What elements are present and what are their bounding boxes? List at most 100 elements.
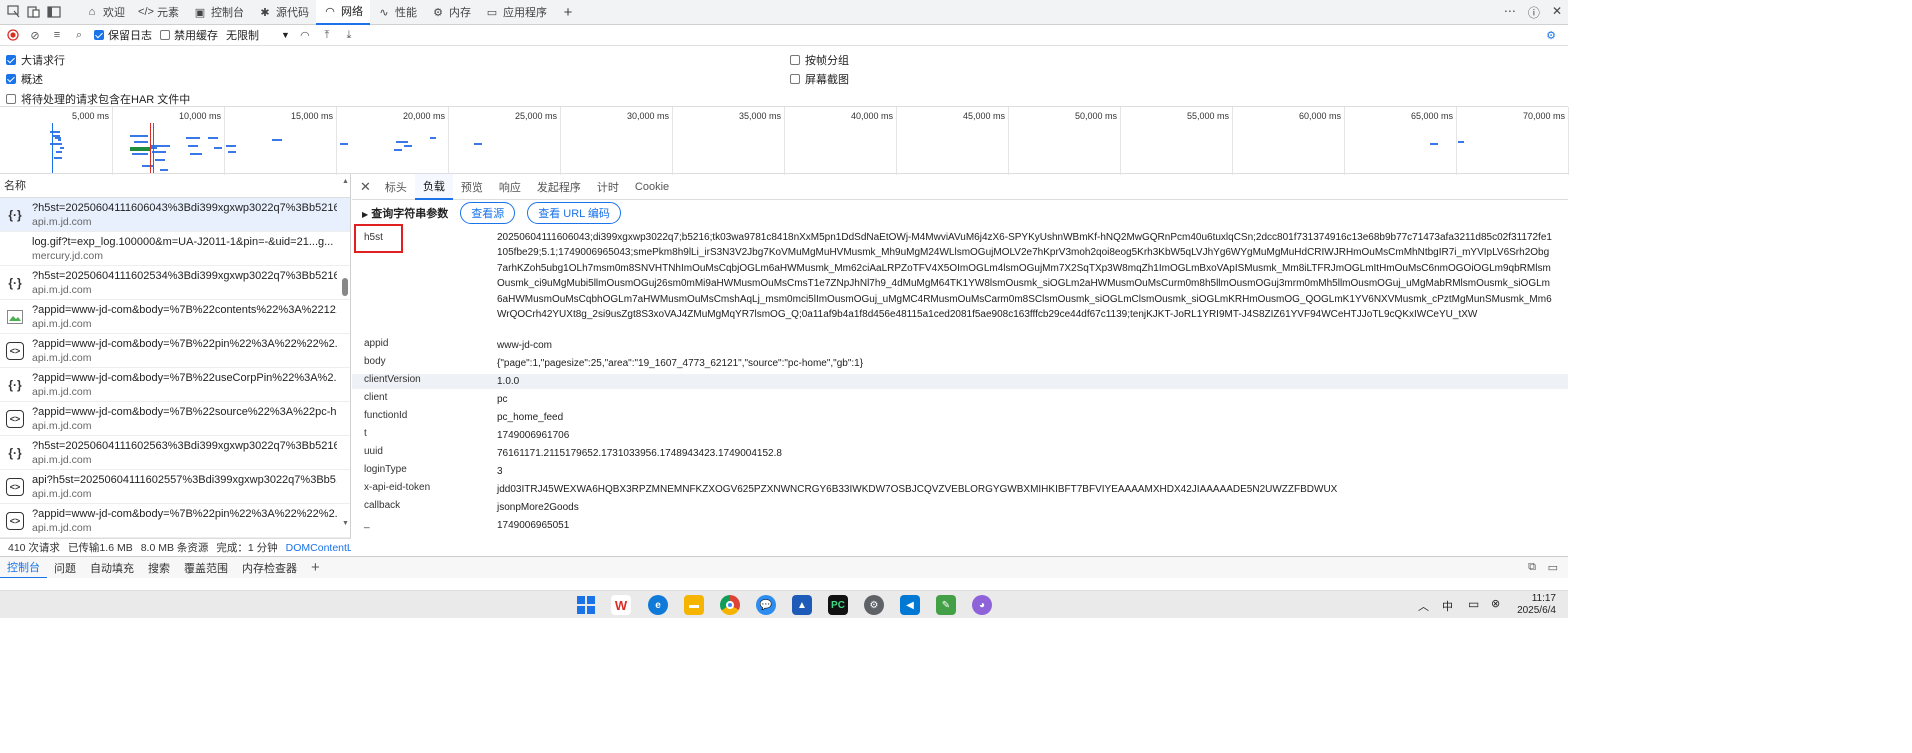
- checkbox[interactable]: [6, 94, 16, 104]
- wps-icon[interactable]: W: [611, 595, 631, 615]
- request-row[interactable]: log.gif?t=exp_log.100000&m=UA-J2011-1&pi…: [0, 232, 350, 266]
- checkbox[interactable]: [790, 55, 800, 65]
- network-overview-timeline[interactable]: 5,000 ms 10,000 ms 15,000 ms 20,000 ms 25,00…: [0, 106, 1569, 175]
- settings-gear-icon[interactable]: ⚙: [1544, 28, 1558, 42]
- drawer-tab-memory-inspector[interactable]: 内存检查器: [235, 557, 304, 579]
- checkbox[interactable]: [790, 74, 800, 84]
- view-url-encoded-button[interactable]: 查看 URL 编码: [527, 202, 621, 224]
- param-row[interactable]: callback jsonpMore2Goods: [352, 500, 1568, 515]
- preserve-log-checkbox[interactable]: 保留日志: [94, 27, 152, 43]
- scroll-down-icon[interactable]: ▼: [342, 520, 349, 527]
- chrome-icon[interactable]: [720, 595, 740, 615]
- param-row[interactable]: t 1749006961706: [352, 428, 1568, 443]
- param-row[interactable]: appid www-jd-com: [352, 338, 1568, 353]
- vscode-icon[interactable]: ◀: [900, 595, 920, 615]
- clear-icon[interactable]: ⊘: [28, 28, 42, 42]
- drawer-tab-search[interactable]: 搜索: [141, 557, 177, 579]
- request-row[interactable]: <> api?h5st=20250604111602557%3Bdi399xgxw…: [0, 470, 350, 504]
- dock-icon[interactable]: ⧉: [1528, 561, 1536, 574]
- pycharm-icon[interactable]: PC: [828, 595, 848, 615]
- request-row[interactable]: {·} ?h5st=20250604111602563%3Bdi399xgxwp3…: [0, 436, 350, 470]
- edge-browser-icon[interactable]: e: [648, 595, 668, 615]
- tab-elements[interactable]: </> 元素: [132, 0, 186, 25]
- device-toolbar-icon[interactable]: [26, 4, 42, 20]
- drawer-add-tab-icon[interactable]: +: [304, 557, 327, 579]
- tab-console[interactable]: ▣ 控制台: [186, 0, 251, 25]
- tab-cookie[interactable]: Cookie: [627, 174, 677, 200]
- tab-application[interactable]: ▭ 应用程序: [478, 0, 554, 25]
- inspect-element-icon[interactable]: [6, 4, 22, 20]
- drawer-tab-issues[interactable]: 问题: [47, 557, 83, 579]
- search-icon[interactable]: ⌕: [72, 28, 86, 42]
- notes-app-icon[interactable]: ✎: [936, 595, 956, 615]
- param-row[interactable]: h5st 20250604111606043;di399xgxwp3022q7;b…: [352, 230, 1568, 322]
- request-row[interactable]: <> ?appid=www-jd-com&body=%7B%22pin%22%3A…: [0, 334, 350, 368]
- network-tray-icon[interactable]: ⊗: [1491, 597, 1500, 610]
- tab-sources[interactable]: ✱ 源代码: [251, 0, 316, 25]
- checkbox[interactable]: [160, 30, 170, 40]
- view-source-button[interactable]: 查看源: [460, 202, 516, 224]
- checkbox[interactable]: [6, 74, 16, 84]
- request-list-scrollbar[interactable]: ▲ ▼: [341, 178, 349, 534]
- drawer-tab-console[interactable]: 控制台: [0, 557, 47, 579]
- drawer-tab-coverage[interactable]: 覆盖范围: [177, 557, 235, 579]
- param-row[interactable]: loginType 3: [352, 464, 1568, 479]
- scroll-up-icon[interactable]: ▲: [342, 178, 349, 185]
- toggle-sidebar-icon[interactable]: [46, 4, 62, 20]
- checkbox[interactable]: [6, 55, 16, 65]
- name-column-header[interactable]: 名称: [0, 174, 350, 198]
- help-icon[interactable]: ⓘ: [1528, 4, 1540, 21]
- network-conditions-icon[interactable]: ◠: [298, 28, 312, 42]
- checkbox[interactable]: [94, 30, 104, 40]
- tab-headers[interactable]: 标头: [377, 174, 415, 200]
- tab-payload[interactable]: 负载: [414, 173, 453, 200]
- chat-app-icon[interactable]: 💬: [756, 595, 776, 615]
- request-row[interactable]: {·} ?appid=www-jd-com&body=%7B%22useCorpP…: [0, 368, 350, 402]
- tab-initiator[interactable]: 发起程序: [529, 174, 589, 200]
- request-row[interactable]: <> ?appid=www-jd-com&body=%7B%22source%22…: [0, 402, 350, 436]
- tab-preview[interactable]: 预览: [453, 174, 491, 200]
- display-icon[interactable]: ▭: [1468, 597, 1479, 611]
- filter-icon[interactable]: ≡: [50, 28, 64, 42]
- param-row[interactable]: clientVersion 1.0.0: [352, 374, 1568, 390]
- param-row[interactable]: client pc: [352, 392, 1568, 407]
- throttle-select[interactable]: 无限制 ▼: [226, 27, 290, 43]
- upload-icon[interactable]: ⤒: [320, 28, 334, 42]
- download-icon[interactable]: ⤓: [342, 28, 356, 42]
- bird-app-icon[interactable]: ▲: [792, 595, 812, 615]
- request-row[interactable]: {·} ?h5st=20250604111606043%3Bdi399xgxwp3…: [0, 198, 350, 232]
- cat-app-icon[interactable]: ◕: [972, 595, 992, 615]
- param-row[interactable]: _ 1749006965051: [352, 518, 1568, 533]
- tab-network[interactable]: ◠ 网络: [316, 0, 370, 25]
- param-row[interactable]: uuid 76161171.2115179652.1731033956.17489…: [352, 446, 1568, 461]
- param-row[interactable]: x-api-eid-token jdd03ITRJ45WEXWA6HQBX3RPZ…: [352, 482, 1568, 497]
- section-toggle[interactable]: ▶ 查询字符串参数: [362, 205, 448, 221]
- tab-performance[interactable]: ∿ 性能: [370, 0, 424, 25]
- overview-checkbox[interactable]: 概述: [6, 71, 43, 87]
- tab-memory[interactable]: ⚙ 内存: [424, 0, 478, 25]
- drawer-tab-autofill[interactable]: 自动填充: [83, 557, 141, 579]
- request-row[interactable]: ?appid=www-jd-com&body=%7B%22contents%22…: [0, 300, 350, 334]
- request-row[interactable]: {·} ?h5st=20250604111602534%3Bdi399xgxwp3…: [0, 266, 350, 300]
- tray-chevron-up-icon[interactable]: ︿: [1418, 598, 1429, 614]
- system-clock[interactable]: 11:17 2025/6/4: [1517, 593, 1556, 617]
- settings-app-icon[interactable]: ⚙: [864, 595, 884, 615]
- more-icon[interactable]: ⋯: [1504, 4, 1516, 21]
- large-rows-checkbox[interactable]: 大请求行: [6, 52, 65, 68]
- screenshots-checkbox[interactable]: 屏幕截图: [790, 71, 849, 87]
- tab-welcome[interactable]: ⌂ 欢迎: [78, 0, 132, 25]
- ime-indicator[interactable]: 中: [1442, 598, 1453, 614]
- close-detail-icon[interactable]: ✕: [360, 179, 371, 195]
- tab-timing[interactable]: 计时: [589, 174, 627, 200]
- request-row[interactable]: <> ?appid=www-jd-com&body=%7B%22pin%22%3A…: [0, 504, 350, 538]
- group-by-frame-checkbox[interactable]: 按帧分组: [790, 52, 849, 68]
- add-tab-button[interactable]: +: [554, 0, 582, 25]
- scroll-thumb[interactable]: [342, 278, 348, 296]
- param-row[interactable]: body {"page":1,"pagesize":25,"area":"19_1…: [352, 356, 1568, 371]
- tab-response[interactable]: 响应: [491, 174, 529, 200]
- record-icon[interactable]: [6, 28, 20, 42]
- close-drawer-icon[interactable]: ▭: [1548, 561, 1558, 574]
- file-explorer-icon[interactable]: ▬: [684, 595, 704, 615]
- close-icon[interactable]: ✕: [1552, 4, 1562, 21]
- disable-cache-checkbox[interactable]: 禁用缓存: [160, 27, 218, 43]
